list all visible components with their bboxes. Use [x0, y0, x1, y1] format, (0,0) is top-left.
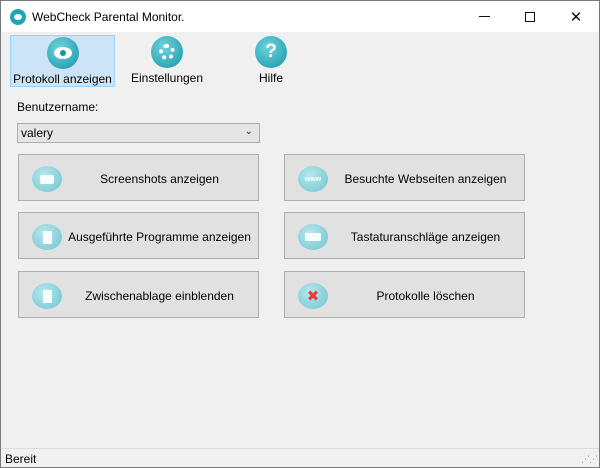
close-button[interactable]: ✕: [553, 1, 599, 32]
show-visited-websites-label: Besuchte Webseiten anzeigen: [344, 172, 507, 186]
status-bar: Bereit ⋰⋰: [1, 448, 599, 467]
show-keystrokes-button[interactable]: Tastaturanschläge anzeigen: [284, 212, 525, 259]
show-clipboard-button[interactable]: Zwischenablage einblenden: [18, 271, 259, 318]
show-programs-label: Ausgeführte Programme anzeigen: [68, 230, 251, 244]
delete-logs-label: Protokolle löschen: [376, 289, 475, 303]
show-keystrokes-label: Tastaturanschläge anzeigen: [350, 230, 501, 244]
minimize-icon: [478, 16, 490, 17]
delete-icon: ✖: [298, 283, 328, 309]
minimize-button[interactable]: [461, 1, 507, 32]
help-icon: ?: [255, 36, 287, 68]
show-screenshots-label: Screenshots anzeigen: [100, 172, 219, 186]
maximize-icon: [525, 11, 535, 22]
keyboard-icon: [298, 224, 328, 250]
toolbar-view-log-label: Protokoll anzeigen: [13, 72, 112, 86]
programs-icon: [32, 224, 62, 250]
toolbar-settings-label: Einstellungen: [130, 71, 204, 85]
show-programs-button[interactable]: Ausgeführte Programme anzeigen: [18, 212, 259, 259]
show-visited-websites-button[interactable]: www Besuchte Webseiten anzeigen: [284, 154, 525, 201]
clipboard-icon: [32, 283, 62, 309]
eye-icon: [46, 37, 79, 69]
chevron-down-icon: ⌄: [244, 126, 253, 137]
close-icon: ✕: [569, 8, 583, 26]
toolbar-settings-button[interactable]: Einstellungen: [123, 35, 211, 87]
username-label: Benutzername:: [17, 100, 99, 114]
webcheck-eye-icon: [10, 9, 26, 25]
toolbar-help-button[interactable]: ? Hilfe: [239, 35, 303, 87]
show-screenshots-button[interactable]: Screenshots anzeigen: [18, 154, 259, 201]
toolbar: Protokoll anzeigen Einstellungen ? Hilfe: [1, 32, 599, 90]
camera-icon: [32, 166, 62, 192]
status-text: Bereit: [5, 452, 37, 466]
toolbar-view-log-button[interactable]: Protokoll anzeigen: [10, 35, 115, 87]
main-window: WebCheck Parental Monitor. ✕ Protokoll a…: [0, 0, 600, 468]
title-bar[interactable]: WebCheck Parental Monitor. ✕: [1, 1, 599, 32]
show-clipboard-label: Zwischenablage einblenden: [85, 289, 234, 303]
maximize-button[interactable]: [507, 1, 553, 32]
gear-icon: [151, 36, 183, 68]
window-title: WebCheck Parental Monitor.: [32, 10, 185, 24]
username-value: valery: [21, 126, 54, 140]
delete-logs-button[interactable]: ✖ Protokolle löschen: [284, 271, 525, 318]
username-select[interactable]: valery ⌄: [17, 123, 260, 143]
www-icon: www: [298, 166, 328, 192]
resize-grip-icon[interactable]: ⋰⋰: [581, 454, 598, 465]
toolbar-help-label: Hilfe: [258, 71, 283, 85]
